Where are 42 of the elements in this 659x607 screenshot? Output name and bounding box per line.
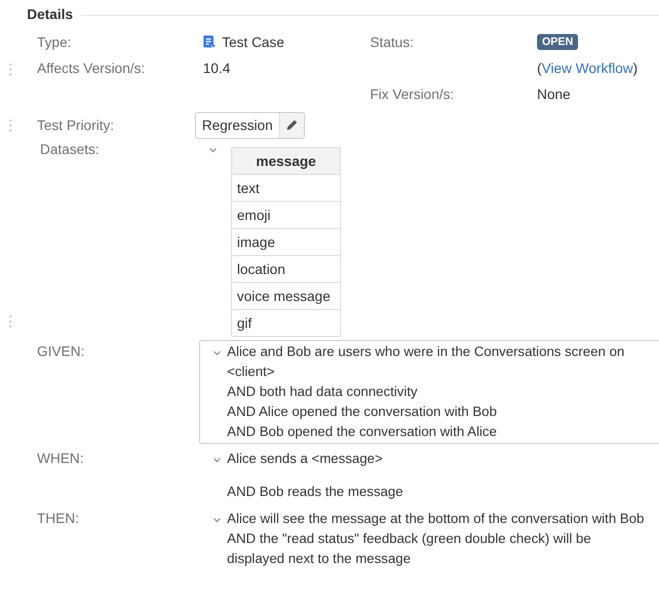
step-label: WHEN: [37,450,84,466]
field-label: Status: [370,34,414,50]
step-text: Alice sends a <message> [227,451,383,466]
table-cell: location [232,256,340,282]
table-header: message [232,148,340,174]
step-text: AND Bob reads the message [227,484,404,499]
field-value: Test Case [222,34,284,50]
step-text: Alice and Bob are users who were in the Conversations screen on <client> [227,344,624,379]
chevron-icon[interactable] [213,517,221,523]
field-label: Test Priority: [37,117,114,133]
priority-field[interactable]: Regression [195,112,305,138]
table-cell: gif [232,310,340,336]
drag-handle-icon[interactable] [9,315,12,328]
parenthesis-text: ( [537,60,542,76]
drag-handle-icon[interactable] [9,63,12,76]
table-cell: image [232,228,340,256]
table-cell: text [232,174,340,202]
table-cell: voice message [232,282,340,310]
field-label: Type: [37,34,72,50]
step-text: AND both had data connectivity [227,384,418,399]
chevron-icon[interactable] [213,350,221,356]
parenthesis-text: ) [632,60,638,76]
chevron-icon[interactable] [213,457,221,463]
step-text: AND the "read status" feedback (green double check) will be displayed next to the message [227,531,592,566]
pencil-icon[interactable] [286,119,298,131]
chevron-icon[interactable] [209,147,217,153]
step-text: Alice will see the message at the bottom of the conversation with Bob [227,511,644,526]
step-label: GIVEN: [37,343,84,359]
field-label: Affects Version/s: [37,60,145,76]
document-icon [203,34,216,50]
table-cell: emoji [232,202,340,228]
field-label: Fix Version/s: [370,86,454,102]
drag-handle-icon[interactable] [9,119,12,132]
step-text: AND Alice opened the conversation with Bob [227,404,497,419]
status-lozenge: OPEN [537,34,578,50]
step-text: AND Bob opened the conversation with Alice [227,424,497,439]
field-value: 10.4 [203,60,230,76]
view-workflow-link[interactable]: View Workflow [542,60,633,76]
step-label: THEN: [37,510,79,526]
field-label: Datasets: [40,141,100,157]
section-title: Details [27,6,73,22]
field-value: None [537,86,570,102]
